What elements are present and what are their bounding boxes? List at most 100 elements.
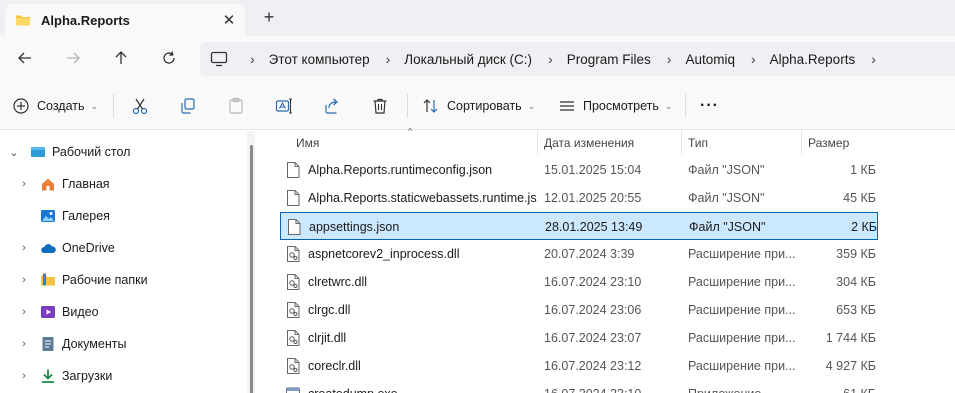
back-button[interactable] [9,44,41,72]
chevron-right-icon[interactable]: › [16,306,32,318]
view-list-icon [560,101,574,111]
column-header: ^ Имя Дата изменения Тип Размер [262,126,955,155]
file-row[interactable]: createdump.exe 16.07.2024 23:10 Приложение… [280,380,878,393]
column-date[interactable]: Дата изменения [538,131,682,155]
nav-item-label: Рабочий стол [52,145,131,159]
file-list: ^ Имя Дата изменения Тип Размер Alpha.Re… [262,126,955,393]
file-name-cell: appsettings.json [287,213,539,241]
command-bar: Создать ⌄ Сортировать ⌄ Просмотреть ⌄ ··… [0,82,955,130]
more-options-button[interactable]: ··· [700,92,719,120]
address-bar[interactable]: › Этот компьютер › Локальный диск (C:) ›… [200,42,955,76]
chevron-down-icon[interactable]: ⌄ [6,146,22,159]
paste-button[interactable] [227,92,245,120]
refresh-button[interactable] [153,44,185,72]
nav-item-home[interactable]: › Главная [16,168,109,200]
nav-item-label: OneDrive [62,241,115,255]
file-row[interactable]: clretwrc.dll 16.07.2024 23:10 Расширение п… [280,268,878,296]
share-icon [325,98,338,114]
dll-icon [287,358,300,374]
column-name[interactable]: Имя [290,131,538,155]
chevron-right-icon[interactable]: › [16,338,32,350]
breadcrumb-automiq[interactable]: Automiq [685,52,735,67]
file-size: 653 КБ [836,303,876,317]
nav-item-onedrive[interactable]: › OneDrive [16,232,115,264]
new-tab-button[interactable]: + [258,6,280,28]
nav-item-gallery[interactable]: Галерея [16,200,110,232]
nav-scrollbar[interactable] [250,145,253,393]
breadcrumb-this-pc[interactable]: Этот компьютер [269,52,370,67]
file-name: aspnetcorev2_inprocess.dll [308,247,460,261]
delete-button[interactable] [371,92,389,120]
breadcrumb-program-files[interactable]: Program Files [567,52,651,67]
file-name-cell: clrgc.dll [286,296,538,324]
dll-icon [287,246,300,262]
chevron-right-icon[interactable]: › [651,51,686,67]
chevron-right-icon[interactable]: › [16,178,32,190]
file-name: coreclr.dll [308,359,361,373]
breadcrumb-alpha-reports[interactable]: Alpha.Reports [770,52,856,67]
file-row[interactable]: clrgc.dll 16.07.2024 23:06 Расширение при.… [280,296,878,324]
create-label: Создать [37,99,85,113]
file-row[interactable]: Alpha.Reports.runtimeconfig.json 15.01.20… [280,156,878,184]
chevron-right-icon[interactable]: › [16,370,32,382]
arrow-left-icon [18,52,31,64]
breadcrumb-local-disk[interactable]: Локальный диск (C:) [404,52,532,67]
nav-item-video[interactable]: › Видео [16,296,98,328]
nav-item-work-folders[interactable]: › Рабочие папки [16,264,147,296]
file-row[interactable]: coreclr.dll 16.07.2024 23:12 Расширение пр… [280,352,878,380]
file-size: 304 КБ [836,275,876,289]
scissors-icon [132,98,148,115]
create-button[interactable]: Создать ⌄ [12,92,98,120]
exe-icon [286,387,300,393]
tab-title: Alpha.Reports [41,12,130,28]
file-type: Файл "JSON" [688,163,765,177]
cut-button[interactable] [131,92,149,120]
plus-circle-icon [13,98,29,114]
home-icon [42,178,54,191]
up-button[interactable] [105,44,137,72]
file-row[interactable]: appsettings.json 28.01.2025 13:49 Файл "JS… [280,212,878,240]
nav-item-desktop[interactable]: ⌄ Рабочий стол [6,136,130,168]
file-row[interactable]: aspnetcorev2_inprocess.dll 20.07.2024 3:3… [280,240,878,268]
file-name-cell: aspnetcorev2_inprocess.dll [286,240,538,268]
folder-icon [16,15,30,26]
gallery-icon [41,210,55,222]
nav-item-label: Загрузки [62,369,113,383]
file-row[interactable]: Alpha.Reports.staticwebassets.runtime.js… [280,184,878,212]
file-row[interactable]: clrjit.dll 16.07.2024 23:07 Расширение при… [280,324,878,352]
navigation-pane: ⌄ Рабочий стол › Главная Галерея › OneDr… [0,131,247,393]
nav-item-label: Документы [62,337,127,351]
chevron-right-icon[interactable]: › [532,51,567,67]
chevron-right-icon[interactable]: › [855,51,890,67]
file-date: 16.07.2024 23:06 [544,303,642,317]
file-type: Расширение при... [688,331,796,345]
share-button[interactable] [323,92,341,120]
documents-icon [42,337,54,351]
file-name-cell: Alpha.Reports.staticwebassets.runtime.js… [286,184,538,212]
chevron-right-icon[interactable]: › [16,274,32,286]
sort-icon [423,99,438,113]
file-name: clrjit.dll [308,331,347,345]
file-name: Alpha.Reports.staticwebassets.runtime.js… [308,191,538,205]
close-tab-button[interactable]: ✕ [215,6,243,34]
chevron-right-icon[interactable]: › [16,242,32,254]
nav-item-documents[interactable]: › Документы [16,328,126,360]
desktop-icon [31,147,45,157]
copy-button[interactable] [179,92,197,120]
tab-alpha-reports[interactable]: Alpha.Reports ✕ [5,4,245,36]
chevron-right-icon[interactable]: › [370,51,405,67]
sort-button[interactable]: Сортировать ⌄ [422,92,535,120]
view-button[interactable]: Просмотреть ⌄ [558,92,672,120]
file-name-cell: coreclr.dll [286,352,538,380]
nav-item-downloads[interactable]: › Загрузки [16,360,112,392]
file-type: Расширение при... [688,275,796,289]
column-type[interactable]: Тип [682,131,802,155]
file-name: appsettings.json [309,220,400,234]
forward-button[interactable] [57,44,89,72]
chevron-right-icon[interactable]: › [735,51,770,67]
file-type: Файл "JSON" [689,220,766,234]
column-size[interactable]: Размер [802,131,882,155]
file-date: 16.07.2024 23:10 [544,275,642,289]
rename-button[interactable] [275,92,293,120]
chevron-down-icon: ⌄ [664,100,673,111]
